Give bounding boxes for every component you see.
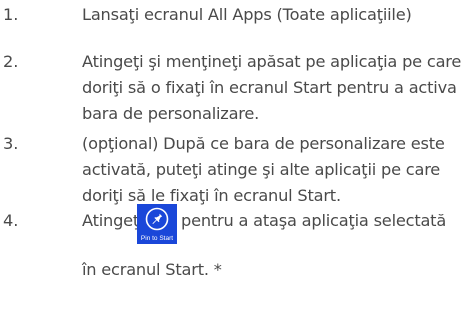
step-text-line: (opţional) După ce bara de personalizare…: [82, 134, 445, 153]
step-number: 1.: [3, 5, 19, 24]
step-text-line: doriţi să o fixaţi în ecranul Start pent…: [82, 78, 457, 97]
step-text-line: Lansaţi ecranul All Apps (Toate aplicaţi…: [82, 5, 412, 24]
step-text-line: Atingeţi şi menţineţi apăsat pe aplicaţi…: [82, 52, 462, 71]
step-number: 4.: [3, 211, 19, 230]
pin-to-start-tile: Pin to Start: [137, 204, 177, 244]
pin-icon: [145, 207, 169, 231]
step-text: Lansaţi ecranul All Apps (Toate aplicaţi…: [82, 2, 471, 28]
step-number: 3.: [3, 134, 19, 153]
step-text-line: în ecranul Start. *: [82, 260, 222, 279]
step-text-line: bara de personalizare.: [82, 104, 260, 123]
step-text: Atingeţi şi menţineţi apăsat pe aplicaţi…: [82, 49, 471, 127]
pin-to-start-label: Pin to Start: [140, 235, 174, 242]
instruction-list: 1. Lansaţi ecranul All Apps (Toate aplic…: [0, 0, 471, 310]
step-text: (opţional) După ce bara de personalizare…: [82, 131, 471, 209]
step-text-after-icon: pentru a ataşa aplicaţia selectată: [181, 211, 447, 230]
step-text-line: activată, puteţi atinge şi alte aplicaţi…: [82, 160, 441, 179]
step-text-before-icon: Atingeţi: [82, 211, 144, 230]
step-number: 2.: [3, 52, 19, 71]
